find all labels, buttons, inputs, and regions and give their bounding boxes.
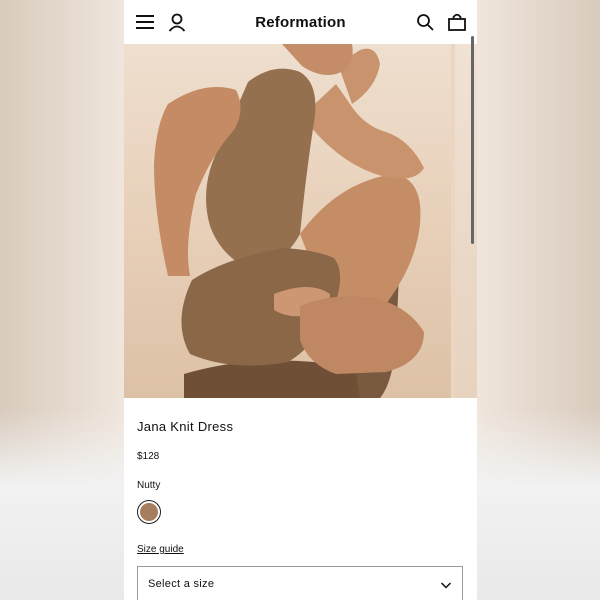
- color-name: Nutty: [137, 480, 161, 491]
- size-select-label: Select a size: [148, 578, 215, 590]
- page-scrollbar[interactable]: [471, 36, 474, 244]
- mobile-page: Reformation Jana Knit Dress $128 Nutty S…: [124, 0, 477, 600]
- product-price: $128: [137, 451, 160, 462]
- product-photo[interactable]: [124, 44, 451, 398]
- bag-icon[interactable]: [447, 12, 467, 32]
- size-guide-link[interactable]: Size guide: [137, 544, 184, 555]
- chevron-down-icon: [440, 582, 452, 589]
- model-illustration: [154, 44, 424, 398]
- site-header: Reformation: [124, 0, 477, 44]
- product-title: Jana Knit Dress: [137, 419, 234, 434]
- product-gallery[interactable]: [124, 44, 477, 398]
- color-swatch-nutty[interactable]: [140, 503, 158, 521]
- size-select-dropdown[interactable]: Select a size: [137, 566, 463, 600]
- search-icon[interactable]: [415, 12, 435, 32]
- color-swatch-selected[interactable]: [137, 500, 161, 524]
